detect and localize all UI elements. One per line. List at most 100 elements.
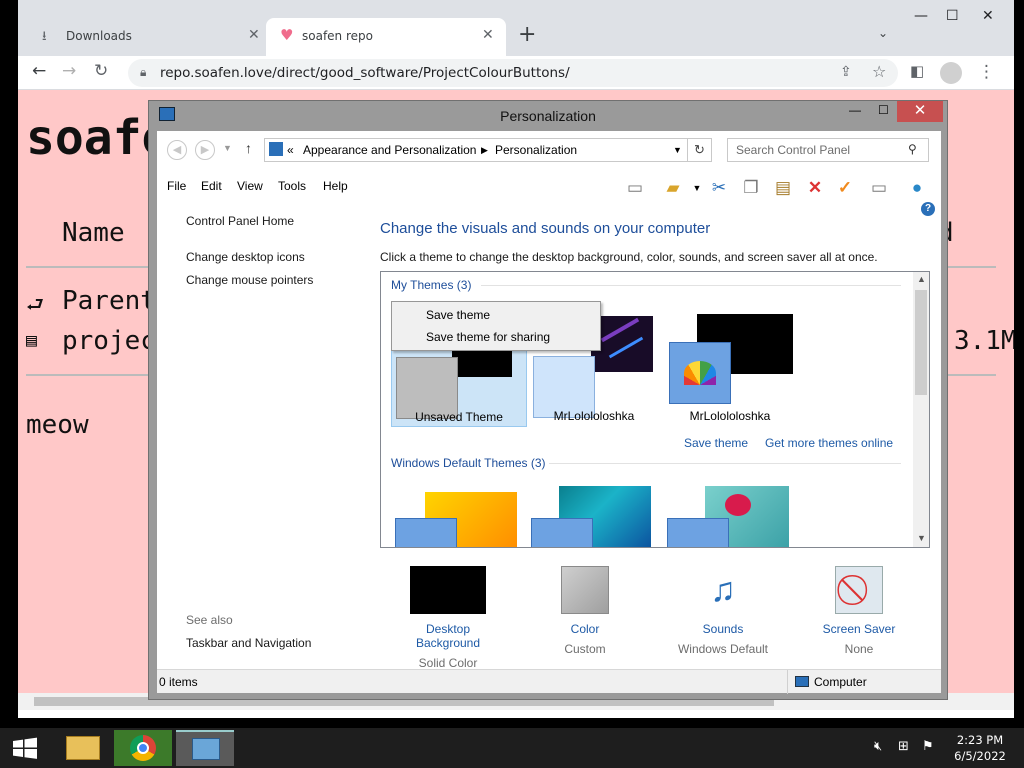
new-tab-button[interactable]: + — [518, 22, 536, 47]
color-swatch — [531, 518, 593, 547]
layout-icon[interactable]: ▭ — [623, 177, 647, 199]
tab-search-icon[interactable]: ⌄ — [878, 26, 888, 40]
chrome-button[interactable] — [114, 730, 172, 766]
dropdown-icon[interactable]: ▼ — [685, 177, 709, 199]
folder-options-icon[interactable]: ▰ — [661, 177, 685, 199]
lock-icon[interactable]: 🔒︎ — [140, 65, 146, 80]
volume-muted-icon[interactable]: 🔇︎ — [874, 739, 882, 754]
vertical-scrollbar[interactable]: ▲ ▼ — [913, 272, 929, 547]
parent-arrow-icon: ⮐ — [26, 292, 44, 316]
clock-time: 2:23 PM — [956, 733, 1004, 747]
change-mouse-pointers-link[interactable]: Change mouse pointers — [186, 273, 313, 287]
color-swatch — [669, 342, 731, 404]
close-tab-icon[interactable]: ✕ — [482, 27, 494, 43]
control-panel-button[interactable] — [176, 730, 234, 766]
change-desktop-icons-link[interactable]: Change desktop icons — [186, 250, 305, 264]
breadcrumb-prefix: « — [287, 143, 294, 157]
action-center-icon[interactable]: ⚑ — [922, 739, 934, 754]
menu-item-save-theme[interactable]: Save theme — [426, 308, 490, 322]
control-panel-icon — [192, 738, 220, 760]
scroll-up-icon[interactable]: ▲ — [917, 274, 926, 284]
address-bar: ◀ ▶ ▼ ↑ « Appearance and Personalization… — [157, 131, 941, 173]
control-panel-home-link[interactable]: Control Panel Home — [186, 214, 294, 228]
properties-check-icon[interactable]: ✓ — [833, 177, 857, 199]
reload-icon[interactable]: ↻ — [94, 61, 108, 81]
screen-saver-item[interactable]: ⃠ Screen Saver None — [807, 566, 911, 656]
maximize-button[interactable]: ☐ — [946, 8, 959, 24]
menu-tools[interactable]: Tools — [278, 179, 306, 193]
menu-help[interactable]: Help — [323, 179, 348, 193]
paste-icon[interactable]: ▤ — [771, 177, 795, 199]
sounds-item[interactable]: ♫ Sounds Windows Default — [663, 566, 783, 656]
forward-button[interactable]: ▶ — [195, 140, 215, 160]
breadcrumb-personalization[interactable]: Personalization — [495, 143, 577, 157]
menu-kebab-icon[interactable]: ⋮ — [978, 62, 995, 82]
row-parent[interactable]: Parent — [62, 286, 156, 316]
taskbar: 🔇︎ ⊞ ⚑ 2:23 PM 6/5/2022 — [0, 728, 1024, 768]
column-name-header: Name — [62, 218, 125, 248]
breadcrumb-appearance[interactable]: Appearance and Personalization — [303, 143, 476, 157]
taskbar-navigation-link[interactable]: Taskbar and Navigation — [186, 636, 311, 650]
menu-file[interactable]: File — [167, 179, 186, 193]
search-icon[interactable]: ⚲ — [908, 142, 917, 156]
close-button[interactable]: ✕ — [897, 101, 943, 122]
color-swatch — [561, 566, 609, 614]
network-icon[interactable]: ⊞ — [898, 739, 909, 754]
theme-flowers[interactable] — [665, 480, 795, 547]
start-button[interactable] — [0, 730, 50, 766]
search-input[interactable]: Search Control Panel ⚲ — [727, 138, 929, 162]
chevron-right-icon: ▶ — [481, 145, 488, 155]
maximize-button[interactable]: ☐ — [878, 103, 889, 117]
color-item[interactable]: Color Custom — [533, 566, 637, 656]
copy-icon[interactable]: ❐ — [739, 177, 763, 199]
forward-icon[interactable]: → — [62, 61, 76, 81]
tab-downloads[interactable]: ⭳ Downloads ✕ — [22, 18, 268, 56]
windows-logo-icon — [13, 737, 37, 759]
up-arrow-icon[interactable]: ↑ — [245, 140, 252, 156]
refresh-button[interactable]: ↻ — [688, 138, 712, 162]
address-bar[interactable]: 🔒︎ repo.soafen.love/direct/good_software… — [128, 59, 898, 87]
chevron-down-icon[interactable]: ▼ — [673, 145, 682, 155]
side-panel-icon[interactable]: ◧ — [910, 62, 924, 80]
theme-name: MrLolololoshka — [689, 409, 771, 423]
menu-edit[interactable]: Edit — [201, 179, 222, 193]
item-value: Custom — [564, 642, 606, 656]
breadcrumb[interactable]: « Appearance and Personalization ▶ Perso… — [264, 138, 688, 162]
close-tab-icon[interactable]: ✕ — [248, 27, 260, 43]
cut-icon[interactable]: ✂ — [707, 177, 731, 199]
menu-view[interactable]: View — [237, 179, 263, 193]
chrome-center — [137, 742, 149, 754]
desktop-background-item[interactable]: Desktop Background Solid Color — [393, 566, 503, 670]
no-screensaver-icon: ⃠ — [835, 566, 883, 614]
back-button[interactable]: ◀ — [167, 140, 187, 160]
share-icon[interactable]: ⇪ — [840, 64, 852, 80]
globe-icon[interactable]: ● — [905, 177, 929, 199]
bookmark-star-icon[interactable]: ☆ — [872, 62, 886, 81]
rename-icon[interactable]: ▭ — [867, 177, 891, 199]
recent-dropdown-icon[interactable]: ▼ — [223, 143, 232, 153]
group-divider — [481, 285, 901, 286]
scroll-down-icon[interactable]: ▼ — [917, 533, 926, 543]
theme-mrlolololoshka-2[interactable]: MrLolololoshka — [665, 302, 801, 427]
minimize-button[interactable]: — — [914, 8, 928, 24]
binary-file-icon: ▤ — [26, 330, 37, 351]
get-more-themes-link[interactable]: Get more themes online — [765, 436, 893, 450]
save-theme-link[interactable]: Save theme — [684, 436, 748, 450]
row-project[interactable]: projec — [62, 326, 156, 356]
light-streak — [600, 317, 640, 343]
tab-soafen-repo[interactable]: ♥ soafen repo ✕ — [266, 18, 506, 56]
menu-item-save-theme-sharing[interactable]: Save theme for sharing — [426, 330, 550, 344]
file-explorer-button[interactable] — [54, 730, 112, 766]
back-icon[interactable]: ← — [32, 61, 46, 81]
help-icon[interactable]: ? — [921, 202, 935, 216]
close-button[interactable]: ✕ — [982, 8, 994, 24]
download-icon: ⭳ — [42, 29, 47, 44]
title-bar[interactable]: Personalization — ☐ ✕ — [149, 101, 947, 131]
profile-avatar[interactable] — [940, 62, 962, 84]
theme-lines-and-colors[interactable] — [529, 480, 659, 547]
delete-icon[interactable]: ✕ — [803, 177, 827, 199]
scroll-thumb[interactable] — [915, 290, 927, 395]
clock[interactable]: 2:23 PM 6/5/2022 — [940, 732, 1020, 764]
minimize-button[interactable]: — — [849, 103, 861, 117]
theme-windows[interactable] — [393, 480, 523, 547]
